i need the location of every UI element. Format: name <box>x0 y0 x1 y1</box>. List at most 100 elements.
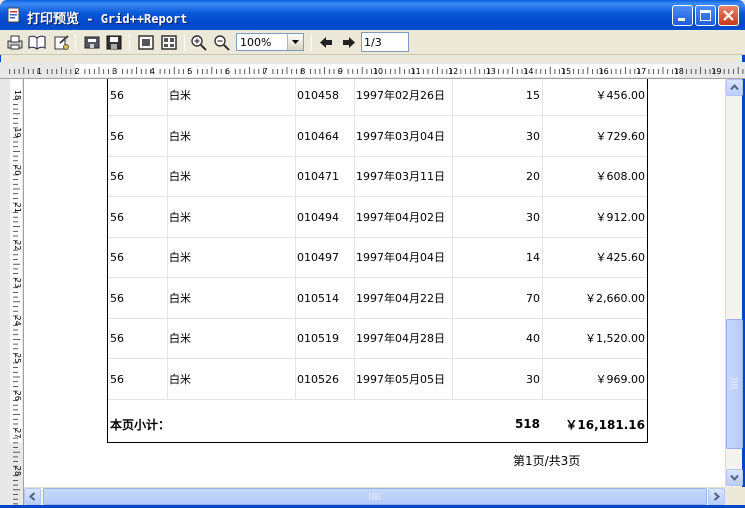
ruler-label: 20 <box>13 165 22 175</box>
scroll-right-button[interactable] <box>708 488 725 505</box>
prev-page-icon <box>320 37 332 48</box>
vertical-ruler: 18 19 20 21 22 23 24 25 26 27 28 <box>0 79 24 508</box>
ruler-label: 22 <box>13 240 22 250</box>
cell-c5: 30 <box>526 210 540 224</box>
maximize-icon <box>700 10 711 21</box>
chevron-down-icon <box>292 40 299 44</box>
cell-c5: 40 <box>526 331 540 345</box>
table-row: 56 白米 010526 1997年05月05日 30 ￥969.00 <box>108 359 647 400</box>
table-row: 56 白米 010464 1997年03月04日 30 ￥729.60 <box>108 116 647 157</box>
zoom-select[interactable]: 100% <box>236 33 304 51</box>
cell-c3: 010464 <box>297 129 339 143</box>
export-icon <box>84 36 100 49</box>
cell-c2: 白米 <box>169 211 191 224</box>
ruler-label: 28 <box>13 466 22 476</box>
cell-c1: 56 <box>110 331 124 345</box>
cell-c3: 010494 <box>297 210 339 224</box>
cell-c4: 1997年04月02日 <box>356 211 445 224</box>
minimize-button[interactable] <box>672 5 693 26</box>
cell-c3: 010514 <box>297 291 339 305</box>
title-bar[interactable]: 打印预览 - Grid++Report <box>0 0 745 30</box>
multi-page-button[interactable] <box>159 33 179 52</box>
ruler-label: 19 <box>711 67 721 76</box>
table-row: 56 白米 010514 1997年04月22日 70 ￥2,660.00 <box>108 278 647 319</box>
cell-c2: 白米 <box>169 130 191 143</box>
single-page-button[interactable] <box>136 33 156 52</box>
ruler-label: 10 <box>373 67 383 76</box>
cell-c2: 白米 <box>169 373 191 386</box>
book-icon <box>28 35 46 50</box>
print-button[interactable] <box>5 33 25 52</box>
ruler-label: 27 <box>13 428 22 438</box>
cell-c4: 1997年05月05日 <box>356 373 445 386</box>
multi-page-icon <box>161 35 177 50</box>
page-number-input[interactable]: 1/3 <box>361 32 409 52</box>
cell-c1: 56 <box>110 372 124 386</box>
single-page-icon <box>138 35 154 50</box>
cell-c6: ￥608.00 <box>595 170 646 183</box>
table-row: 56 白米 010494 1997年04月02日 30 ￥912.00 <box>108 197 647 238</box>
cell-c5: 20 <box>526 169 540 183</box>
ruler-label: 9 <box>338 67 343 76</box>
ruler-label: 8 <box>300 67 305 76</box>
cell-c2: 白米 <box>169 292 191 305</box>
zoom-dropdown-button[interactable] <box>287 34 303 50</box>
ruler-label: 24 <box>13 316 22 326</box>
ruler-label: 18 <box>674 67 684 76</box>
ruler-label: 12 <box>448 67 458 76</box>
cell-c4: 1997年03月04日 <box>356 130 445 143</box>
book-button[interactable] <box>27 33 47 52</box>
table-row: 56 白米 010497 1997年04月04日 14 ￥425.60 <box>108 237 647 278</box>
report-page: 56 白米 010458 1997年02月26日 15 ￥456.00 56 白米 010464… <box>107 79 648 443</box>
prev-page-button[interactable] <box>316 33 336 52</box>
zoom-out-button[interactable] <box>212 33 232 52</box>
ruler-label: 6 <box>225 67 230 76</box>
cell-c2: 白米 <box>169 251 191 264</box>
zoom-in-button[interactable] <box>189 33 209 52</box>
ruler-label: 15 <box>561 67 571 76</box>
horizontal-scrollbar[interactable] <box>24 487 725 505</box>
cell-c3: 010497 <box>297 250 339 264</box>
cell-c5: 30 <box>526 372 540 386</box>
maximize-button[interactable] <box>695 5 716 26</box>
ruler-label: 17 <box>636 67 646 76</box>
page-setup-button[interactable] <box>51 33 71 52</box>
save-icon <box>106 35 122 50</box>
grip-icon <box>369 493 380 500</box>
table-row: 56 白米 010471 1997年03月11日 20 ￥608.00 <box>108 156 647 197</box>
cell-c3: 010519 <box>297 331 339 345</box>
next-page-icon <box>343 37 355 48</box>
ruler-label: 1 <box>37 67 42 76</box>
preview-viewport[interactable]: 56 白米 010458 1997年02月26日 15 ￥456.00 56 白米 010464… <box>24 79 725 487</box>
window-title: 打印预览 - Grid++Report <box>27 12 188 27</box>
subtotal-amount: ￥16,181.16 <box>565 417 645 432</box>
cell-c6: ￥2,660.00 <box>585 292 645 305</box>
scroll-up-button[interactable] <box>726 79 743 96</box>
subtotal-row: 本页小计： 518 ￥16,181.16 <box>108 407 647 441</box>
cell-c2: 白米 <box>169 332 191 345</box>
subtotal-label: 本页小计： <box>110 417 171 432</box>
scroll-down-button[interactable] <box>726 469 743 486</box>
ruler-label: 16 <box>599 67 609 76</box>
minimize-icon <box>678 18 685 21</box>
cell-c5: 70 <box>526 291 540 305</box>
horizontal-scroll-thumb[interactable] <box>43 488 707 505</box>
save-button[interactable] <box>104 33 124 52</box>
next-page-button[interactable] <box>339 33 359 52</box>
chevron-up-icon <box>730 83 739 91</box>
vertical-scroll-thumb[interactable] <box>726 319 743 449</box>
ruler-label: 26 <box>13 391 22 401</box>
zoom-value: 100% <box>240 36 272 49</box>
page-footer: 第1页/共3页 <box>513 454 581 468</box>
cell-c4: 1997年02月26日 <box>356 89 445 102</box>
close-button[interactable] <box>718 5 739 26</box>
cell-c5: 15 <box>526 88 540 102</box>
cell-c1: 56 <box>110 250 124 264</box>
export-button[interactable] <box>82 33 102 52</box>
cell-c1: 56 <box>110 291 124 305</box>
toolbar: 100% 1/3 <box>0 30 745 55</box>
vertical-scrollbar[interactable] <box>725 79 743 487</box>
scroll-left-button[interactable] <box>24 488 41 505</box>
ruler-label: 21 <box>13 203 22 213</box>
cell-c3: 010471 <box>297 169 339 183</box>
